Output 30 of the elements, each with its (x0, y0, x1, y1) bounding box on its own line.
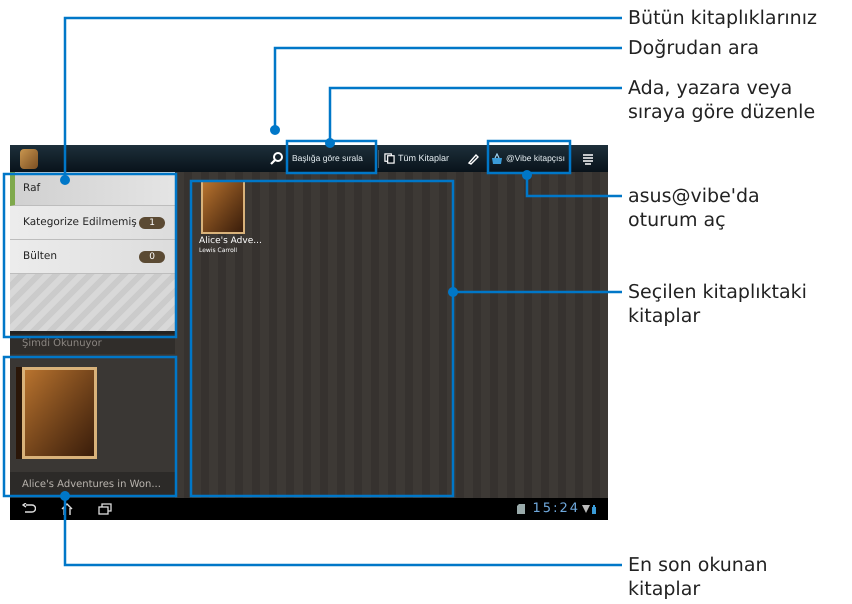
basket-icon (491, 152, 503, 164)
shelf-item[interactable]: Bülten 0 (10, 240, 175, 274)
back-icon[interactable] (22, 503, 36, 515)
wifi-icon (582, 505, 590, 513)
callout-label: Bütün kitaplıklarınız (628, 6, 817, 30)
recent-apps-icon[interactable] (98, 503, 112, 515)
store-button[interactable]: @Vibe kitapçısı (489, 146, 569, 172)
shelf-item[interactable]: Kategorize Edilmemiş 1 (10, 206, 175, 240)
battery-icon (592, 504, 596, 514)
all-books-button[interactable]: Tüm Kitaplar (382, 146, 458, 172)
pencil-icon[interactable] (466, 152, 480, 166)
book-title[interactable]: Alice's Adve... (199, 236, 259, 247)
sort-dropdown[interactable]: Başlığa göre sırala (289, 146, 374, 172)
search-icon[interactable] (269, 150, 285, 166)
book-cover[interactable] (201, 180, 245, 234)
count-badge: 1 (139, 216, 165, 228)
sd-card-icon (516, 504, 525, 514)
now-reading-heading: Şimdi Okunuyor (21, 337, 103, 351)
home-icon[interactable] (60, 503, 74, 515)
callout-label: Doğrudan ara (628, 36, 760, 60)
callout-label: En son okunan kitaplar (628, 553, 768, 601)
menu-icon[interactable] (581, 152, 595, 166)
callout-label: asus@vibe'da oturum aç (628, 184, 760, 232)
shelf-item[interactable]: Raf (10, 172, 175, 206)
callout-label: Seçilen kitaplıktaki kitaplar (628, 280, 807, 328)
copy-icon (384, 153, 395, 164)
count-badge: 0 (139, 250, 165, 262)
app-icon[interactable] (20, 148, 38, 168)
callout-label: Ada, yazara veya sıraya göre düzenle (628, 76, 816, 124)
clock: 15:24 (532, 500, 580, 518)
